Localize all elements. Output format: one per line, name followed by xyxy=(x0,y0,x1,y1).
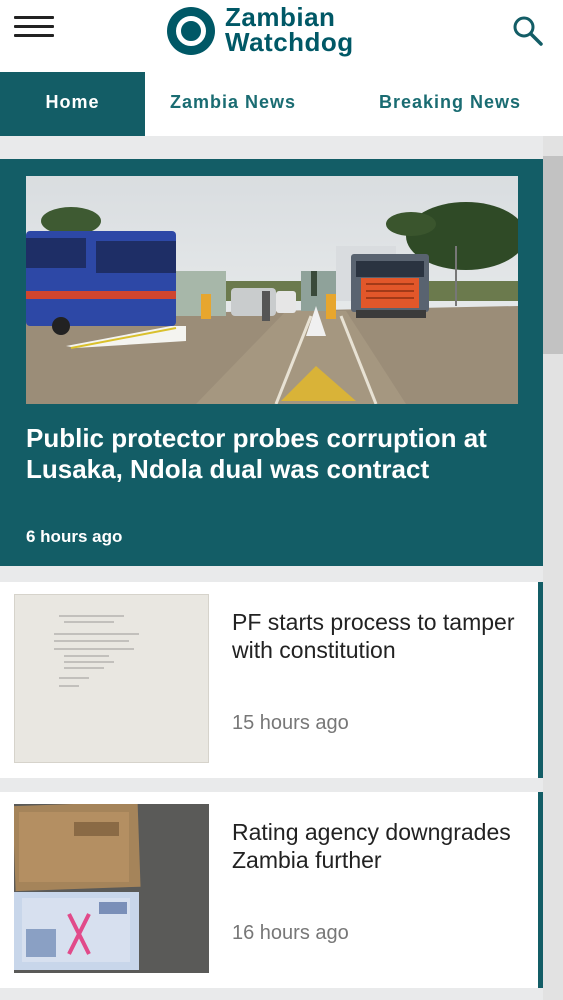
featured-article-title[interactable]: Public protector probes corruption at Lu… xyxy=(26,423,506,485)
category-tabs: Home Zambia News Breaking News xyxy=(0,72,563,136)
featured-article-timestamp: 6 hours ago xyxy=(26,527,123,546)
article-timestamp: 16 hours ago xyxy=(232,922,349,944)
article-thumbnail[interactable] xyxy=(14,804,209,973)
logo-mark-icon xyxy=(167,7,215,55)
article-timestamp: 15 hours ago xyxy=(232,712,349,734)
scrollbar[interactable] xyxy=(543,136,563,1000)
search-icon[interactable] xyxy=(510,14,546,48)
card-accent-bar xyxy=(538,792,543,988)
tab-home[interactable]: Home xyxy=(0,72,145,136)
site-logo[interactable]: Zambian Watchdog xyxy=(167,4,407,57)
card-accent-bar xyxy=(538,582,543,778)
article-thumbnail[interactable] xyxy=(14,594,209,763)
hamburger-menu-icon[interactable] xyxy=(14,16,54,40)
logo-line-2: Watchdog xyxy=(225,27,354,57)
tab-breaking-news[interactable]: Breaking News xyxy=(379,72,521,136)
article-card[interactable]: PF starts process to tamper with constit… xyxy=(0,582,543,778)
featured-article[interactable]: Public protector probes corruption at Lu… xyxy=(0,159,543,566)
article-title[interactable]: PF starts process to tamper with constit… xyxy=(232,608,522,664)
scrollbar-thumb[interactable] xyxy=(543,156,563,354)
tab-zambia-news[interactable]: Zambia News xyxy=(170,72,296,136)
article-title[interactable]: Rating agency downgrades Zambia further xyxy=(232,818,522,874)
top-app-bar: Zambian Watchdog xyxy=(0,0,563,72)
logo-text: Zambian Watchdog xyxy=(225,4,354,57)
featured-article-image[interactable] xyxy=(26,176,518,404)
article-card[interactable]: Rating agency downgrades Zambia further … xyxy=(0,792,543,988)
